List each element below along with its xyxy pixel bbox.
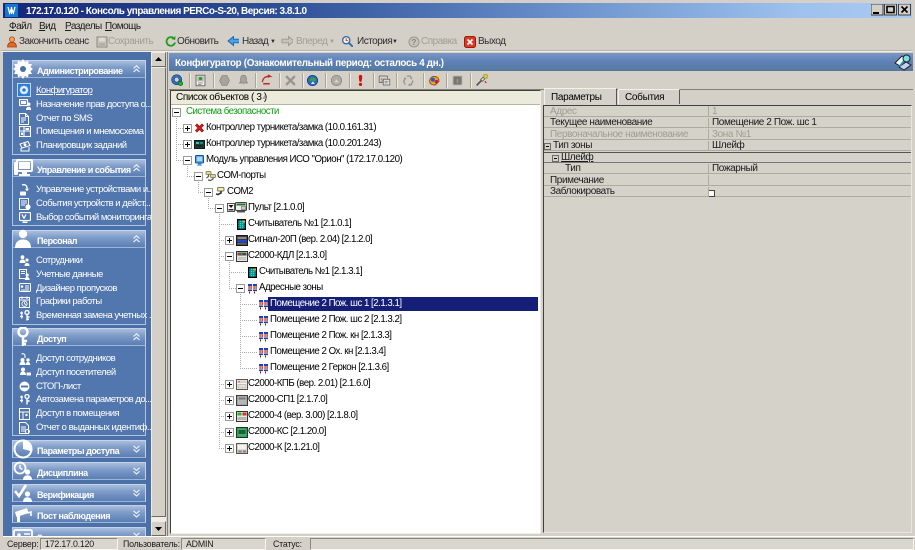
svg-text:?: ? — [412, 38, 417, 47]
